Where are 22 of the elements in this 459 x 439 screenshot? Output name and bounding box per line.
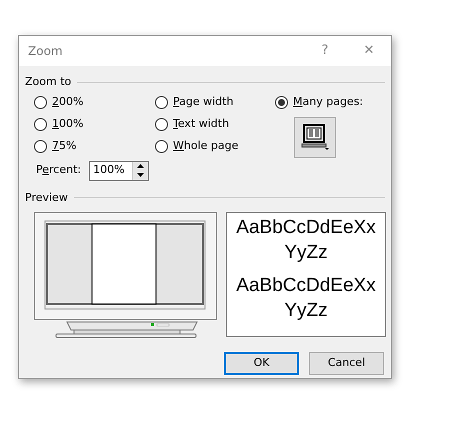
radio-option[interactable]: Whole page: [155, 136, 275, 158]
radio-option[interactable]: 100%: [34, 114, 155, 136]
percent-label: Percent:: [36, 162, 82, 178]
radio-option[interactable]: 75%: [34, 136, 155, 158]
window-title: Zoom: [28, 43, 64, 60]
monitor-pages-button[interactable]: [294, 116, 336, 158]
group-heading: Zoom to: [25, 74, 72, 90]
radio-option[interactable]: Many pages:: [275, 92, 385, 114]
down-arrow-icon: [137, 173, 144, 177]
percent-spin-field[interactable]: 100%: [89, 160, 150, 180]
spin-up-button[interactable]: [133, 162, 148, 170]
sample-text: AaBbCcDdEeXx YyZz: [235, 216, 377, 265]
radio-option[interactable]: 200%: [34, 92, 155, 114]
radio-option[interactable]: Text width: [155, 114, 275, 136]
cancel-button[interactable]: Cancel: [309, 352, 384, 375]
up-arrow-icon: [137, 164, 144, 168]
radio-option[interactable]: Page width: [155, 92, 275, 114]
group-heading: Preview: [25, 190, 68, 206]
help-button[interactable]: ?: [303, 41, 347, 61]
close-button[interactable]: ✕: [347, 41, 391, 61]
ok-button[interactable]: OK: [224, 352, 299, 375]
sample-text: AaBbCcDdEeXx YyZz: [235, 274, 377, 323]
